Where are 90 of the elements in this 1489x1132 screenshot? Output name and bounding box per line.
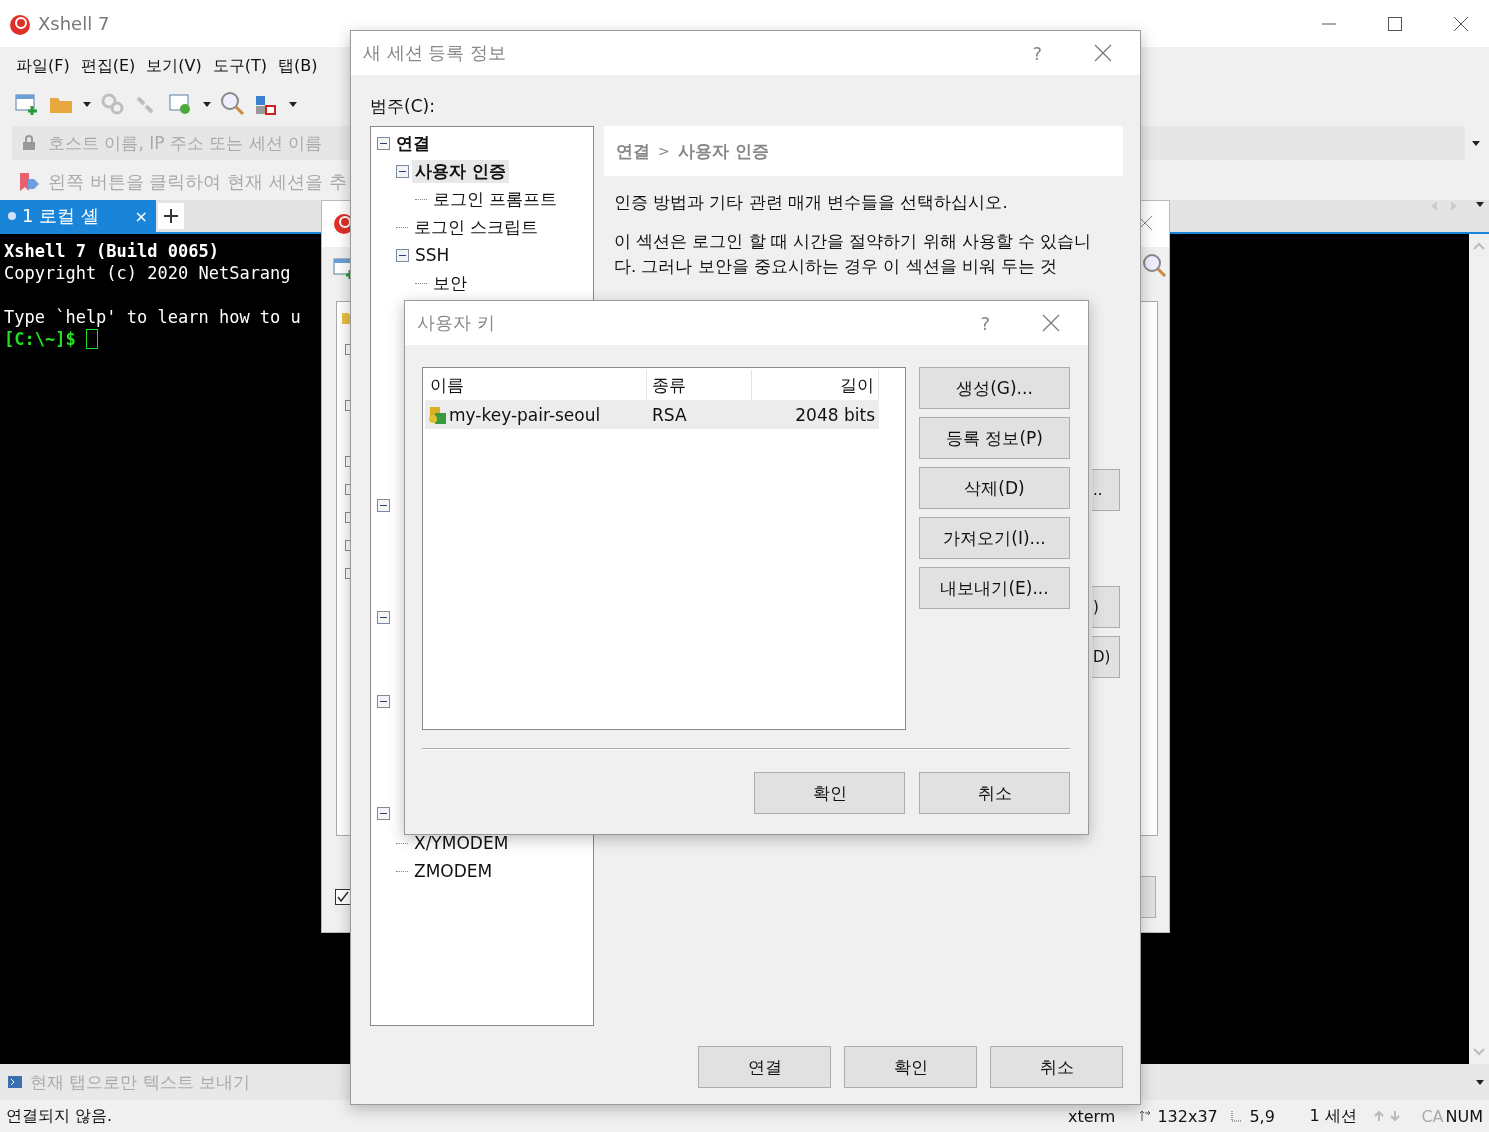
key-pair-icon (427, 405, 447, 425)
caret-icon[interactable] (82, 100, 92, 108)
session-count: 1 세션 (1309, 1105, 1358, 1127)
close-icon[interactable] (1042, 314, 1060, 332)
breadcrumb-separator: > (658, 143, 670, 159)
caret-icon[interactable] (1475, 1078, 1485, 1086)
collapse-icon[interactable] (396, 164, 409, 178)
tree-item[interactable]: 연결 (393, 131, 433, 155)
key-list[interactable]: 이름 종류 길이 my-key-pair-seoul RSA 2048 bits (422, 367, 906, 730)
menu-item[interactable]: 파일(F) (16, 55, 70, 77)
tree-item[interactable]: SSH (412, 245, 453, 265)
bookmark-icon (18, 170, 42, 193)
terminal-line: Xshell 7 (Build 0065) (4, 240, 219, 262)
lock-icon (22, 135, 36, 151)
menu-item[interactable]: 도구(T) (212, 55, 267, 77)
breadcrumb-item: 사용자 인증 (677, 139, 769, 163)
column-header[interactable]: 길이 (752, 370, 879, 400)
breadcrumb-item: 연결 (616, 139, 650, 163)
send-text-field[interactable]: 현재 탭으로만 텍스트 보내기 (30, 1072, 330, 1092)
dialog-button[interactable]: D) (1092, 636, 1120, 678)
menu-item[interactable]: 탭(B) (278, 55, 318, 77)
help-button[interactable]: ? (1032, 42, 1042, 64)
terminal-line: Type `help' to learn how to u (4, 306, 301, 328)
terminal-size: 132x37 (1157, 1106, 1219, 1126)
caret-icon[interactable] (1471, 139, 1481, 147)
menu-item[interactable]: 보기(V) (146, 55, 202, 77)
tree-item[interactable]: 사용자 인증 (412, 159, 509, 183)
action-button[interactable]: 삭제(D) (919, 467, 1070, 509)
caret-icon[interactable] (288, 100, 298, 108)
close-icon[interactable] (1094, 44, 1112, 62)
column-header[interactable]: 이름 (425, 370, 647, 400)
terminal-line: [C:\~]$ (4, 328, 76, 350)
status-message: 연결되지 않음. (6, 1105, 113, 1127)
dot-icon (8, 212, 16, 220)
terminal-type: xterm (1067, 1106, 1116, 1126)
table-cell-text: RSA (651, 405, 688, 425)
cursor (85, 329, 98, 349)
caps-lock-indicator: CA (1421, 1106, 1444, 1126)
dialog-button[interactable]: ) (1092, 586, 1120, 628)
dialog-button[interactable]: 확인 (844, 1046, 977, 1088)
tree-item[interactable]: X/YMODEM (411, 833, 512, 853)
search-icon[interactable] (220, 91, 246, 117)
maximize-icon[interactable] (1387, 15, 1403, 32)
key-row[interactable]: my-key-pair-seoul RSA 2048 bits (425, 401, 879, 429)
terminal-line: Copyright (c) 2020 NetSarang (4, 262, 291, 284)
close-tab-icon[interactable]: × (134, 206, 148, 226)
dialog-button[interactable]: 확인 (754, 772, 905, 814)
dialog-title: 사용자 키 (417, 311, 495, 335)
category-label: 범주(C): (370, 95, 436, 118)
table-cell-text: 2048 bits (794, 405, 876, 425)
dialog-button[interactable]: 취소 (990, 1046, 1123, 1088)
connect-icon (100, 92, 126, 116)
note-text: 이 섹션은 로그인 할 때 시간을 절약하기 위해 사용할 수 있습니다. 그러나 보안을 중요시하는 경우 이 섹션을 비워 두는 것 (614, 231, 1093, 278)
caret-icon[interactable] (1475, 200, 1485, 208)
new-session-icon[interactable] (14, 92, 40, 116)
description-text: 인증 방법과 기타 관련 매개 변수들을 선택하십시오. (614, 192, 1009, 214)
cursor-position-icon (1231, 1110, 1244, 1122)
dialog-button[interactable]: 연결 (698, 1046, 831, 1088)
num-lock-indicator: NUM (1445, 1106, 1483, 1126)
cursor-position: 5,9 (1249, 1106, 1276, 1126)
upload-icon (1373, 1110, 1386, 1122)
close-icon[interactable] (1453, 15, 1469, 32)
tree-item[interactable]: 로그인 스크립트 (411, 215, 542, 239)
table-cell: my-key-pair-seoul (449, 405, 601, 425)
action-button[interactable]: 내보내기(E)... (919, 567, 1070, 609)
window-title: Xshell 7 (38, 13, 110, 34)
address-field[interactable]: 호스트 이름, IP 주소 또는 세션 이름 (48, 133, 348, 153)
checkbox[interactable] (335, 889, 351, 905)
help-button[interactable]: ? (980, 312, 990, 334)
menu-item[interactable]: 편집(E) (80, 55, 136, 77)
column-header[interactable]: 종류 (647, 370, 752, 400)
action-button[interactable]: 가져오기(I)... (919, 517, 1070, 559)
dialog-button[interactable]: 취소 (919, 772, 1070, 814)
download-icon (1389, 1110, 1402, 1122)
caret-icon[interactable] (202, 100, 212, 108)
terminal-icon (8, 1076, 22, 1088)
session-tab[interactable]: 1 로컬 셸 × (0, 200, 156, 232)
tree-item[interactable]: 보안 (430, 271, 470, 295)
action-button[interactable]: 등록 정보(P) (919, 417, 1070, 459)
collapse-icon[interactable] (396, 248, 409, 262)
tree-item[interactable]: ZMODEM (411, 861, 496, 881)
hint-text: 왼쪽 버튼을 클릭하여 현재 세션을 추 (48, 169, 347, 194)
tree-item[interactable]: 로그인 프롬프트 (430, 187, 561, 211)
search-icon[interactable] (1142, 253, 1168, 279)
dialog-title: 새 세션 등록 정보 (363, 41, 507, 65)
add-tab-icon[interactable] (158, 203, 184, 229)
collapse-icon[interactable] (377, 136, 390, 150)
dialog-button[interactable]: .. (1092, 469, 1120, 511)
action-button[interactable]: 생성(G)... (919, 367, 1070, 409)
resize-icon (1139, 1110, 1152, 1122)
